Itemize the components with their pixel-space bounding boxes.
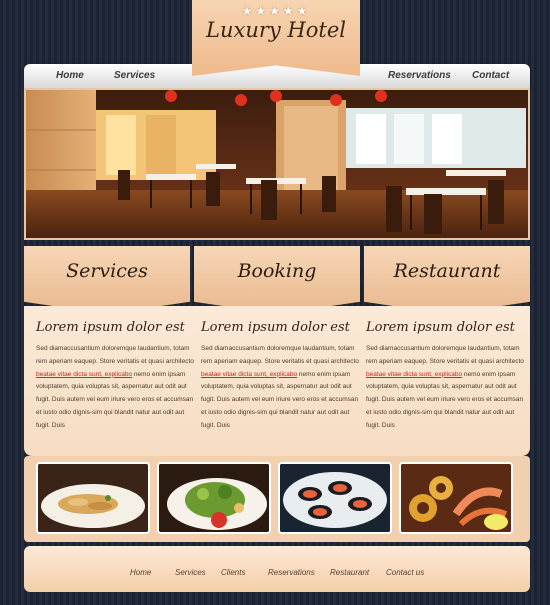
gallery-thumb-pasta[interactable] <box>36 462 150 534</box>
column-text-body: nemo enim ipsam voluptatem, quia volupta… <box>366 370 524 429</box>
column-text-intro: Sed diamaccusantium doloremque laudantiu… <box>201 345 359 365</box>
footer-link-clients[interactable]: Clients <box>221 568 245 577</box>
mussels-dish-image <box>280 464 390 532</box>
hero-image <box>24 88 530 240</box>
column-heading: Lorem ipsum dolor est <box>36 320 185 335</box>
column-heading: Lorem ipsum dolor est <box>201 320 350 335</box>
content-column: Lorem ipsum dolor est Sed diamaccusantiu… <box>366 320 526 433</box>
footer-link-reservations[interactable]: Reservations <box>268 568 315 577</box>
pasta-dish-image <box>38 464 148 532</box>
column-highlight-link[interactable]: beatae vitae dicta sunt, explicabo <box>36 371 132 378</box>
feature-restaurant-title: Restaurant <box>393 260 501 282</box>
feature-services[interactable]: Services <box>24 246 190 314</box>
logo-ribbon: ★★★★★ Luxury Hotel <box>192 0 360 76</box>
column-text: Sed diamaccusantium doloremque laudantiu… <box>36 343 196 433</box>
footer: Home Services Clients Reservations Resta… <box>24 546 530 592</box>
feature-booking-title: Booking <box>237 260 317 282</box>
nav-home[interactable]: Home <box>56 70 84 81</box>
column-text-body: nemo enim ipsam voluptatem, quia volupta… <box>36 370 194 429</box>
content-panel: Lorem ipsum dolor est Sed diamaccusantiu… <box>24 306 530 456</box>
feature-restaurant[interactable]: Restaurant <box>364 246 530 314</box>
seafood-dish-image <box>401 464 511 532</box>
gallery-thumb-seafood[interactable] <box>399 462 513 534</box>
nav-services[interactable]: Services <box>114 70 155 81</box>
feature-booking[interactable]: Booking <box>194 246 360 314</box>
footer-link-restaurant[interactable]: Restaurant <box>330 568 369 577</box>
column-text-body: nemo enim ipsam voluptatem, quia volupta… <box>201 370 359 429</box>
column-text-intro: Sed diamaccusantium doloremque laudantiu… <box>366 345 524 365</box>
footer-link-contact-us[interactable]: Contact us <box>386 568 424 577</box>
salad-dish-image <box>159 464 269 532</box>
feature-services-title: Services <box>66 260 148 282</box>
restaurant-interior-illustration <box>26 90 528 238</box>
main-nav: Home Services Reservations Contact <box>24 64 530 88</box>
gallery-thumb-mussels[interactable] <box>278 462 392 534</box>
footer-link-home[interactable]: Home <box>130 568 151 577</box>
column-text: Sed diamaccusantium doloremque laudantiu… <box>201 343 361 433</box>
column-heading: Lorem ipsum dolor est <box>366 320 515 335</box>
footer-link-services[interactable]: Services <box>175 568 206 577</box>
content-column: Lorem ipsum dolor est Sed diamaccusantiu… <box>201 320 361 433</box>
column-highlight-link[interactable]: beatae vitae dicta sunt, explicabo <box>201 371 297 378</box>
column-text: Sed diamaccusantium doloremque laudantiu… <box>366 343 526 433</box>
site-logo[interactable]: Luxury Hotel <box>192 18 360 42</box>
nav-reservations[interactable]: Reservations <box>388 70 451 81</box>
food-gallery <box>24 456 530 542</box>
column-highlight-link[interactable]: beatae vitae dicta sunt, explicabo <box>366 371 462 378</box>
gallery-thumb-salad[interactable] <box>157 462 271 534</box>
content-column: Lorem ipsum dolor est Sed diamaccusantiu… <box>36 320 196 433</box>
nav-contact[interactable]: Contact <box>472 70 509 81</box>
rating-stars: ★★★★★ <box>241 4 311 18</box>
column-text-intro: Sed diamaccusantium doloremque laudantiu… <box>36 345 194 365</box>
